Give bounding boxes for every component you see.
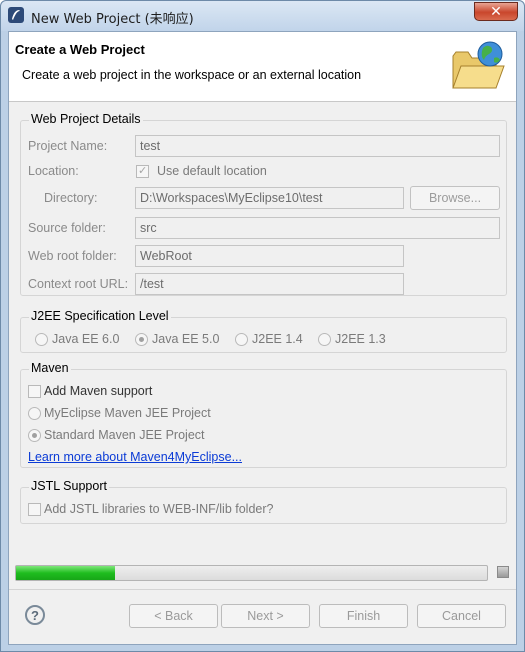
wizard-header: Create a Web Project Create a web projec… bbox=[9, 32, 516, 102]
help-icon[interactable]: ? bbox=[25, 605, 45, 625]
add-maven-support-checkbox[interactable] bbox=[28, 385, 41, 398]
myeclipse-app-icon bbox=[8, 7, 24, 23]
radio-javaee-6[interactable] bbox=[35, 333, 48, 346]
add-jstl-checkbox[interactable] bbox=[28, 503, 41, 516]
close-button[interactable]: ✕ bbox=[474, 2, 518, 21]
wizard-description: Create a web project in the workspace or… bbox=[22, 68, 362, 82]
radio-label-javaee-5: Java EE 5.0 bbox=[152, 332, 220, 346]
location-label: Location: bbox=[28, 164, 79, 178]
folder-globe-icon bbox=[452, 41, 505, 89]
group-title: J2EE Specification Level bbox=[29, 309, 171, 323]
learn-more-maven-link[interactable]: Learn more about Maven4MyEclipse... bbox=[28, 450, 242, 464]
add-jstl-label: Add JSTL libraries to WEB-INF/lib folder… bbox=[44, 502, 274, 516]
dialog-client-area: Create a Web Project Create a web projec… bbox=[8, 31, 517, 645]
radio-label-standard-maven: Standard Maven JEE Project bbox=[44, 428, 205, 442]
back-button[interactable]: < Back bbox=[129, 604, 218, 628]
web-root-folder-label: Web root folder: bbox=[28, 249, 117, 263]
project-name-label: Project Name: bbox=[28, 139, 108, 153]
source-folder-label: Source folder: bbox=[28, 221, 106, 235]
radio-label-j2ee-1-4: J2EE 1.4 bbox=[252, 332, 303, 346]
radio-j2ee-1-4[interactable] bbox=[235, 333, 248, 346]
group-title: Web Project Details bbox=[29, 112, 143, 126]
footer-separator bbox=[9, 589, 516, 590]
cancel-button[interactable]: Cancel bbox=[417, 604, 506, 628]
use-default-location-checkbox[interactable] bbox=[136, 164, 149, 178]
use-default-location-label: Use default location bbox=[157, 164, 267, 178]
directory-field[interactable]: D:\Workspaces\MyEclipse10\test bbox=[135, 187, 404, 209]
window-title: New Web Project (未响应) bbox=[31, 12, 194, 27]
radio-label-j2ee-1-3: J2EE 1.3 bbox=[335, 332, 386, 346]
source-folder-field[interactable]: src bbox=[135, 217, 500, 239]
stop-icon[interactable] bbox=[497, 566, 509, 578]
web-root-folder-field[interactable]: WebRoot bbox=[135, 245, 404, 267]
radio-j2ee-1-3[interactable] bbox=[318, 333, 331, 346]
group-title: JSTL Support bbox=[29, 479, 109, 493]
title-bar: New Web Project (未响应) ✕ bbox=[1, 1, 524, 31]
radio-javaee-5[interactable] bbox=[135, 333, 148, 346]
next-button[interactable]: Next > bbox=[221, 604, 310, 628]
project-name-field[interactable]: test bbox=[135, 135, 500, 157]
directory-label: Directory: bbox=[44, 191, 98, 205]
progress-bar bbox=[15, 565, 488, 581]
browse-button[interactable]: Browse... bbox=[410, 186, 500, 210]
progress-fill bbox=[16, 566, 115, 580]
group-title: Maven bbox=[29, 361, 71, 375]
context-root-url-field[interactable]: /test bbox=[135, 273, 404, 295]
radio-label-myeclipse-maven: MyEclipse Maven JEE Project bbox=[44, 406, 211, 420]
radio-myeclipse-maven[interactable] bbox=[28, 407, 41, 420]
finish-button[interactable]: Finish bbox=[319, 604, 408, 628]
wizard-title: Create a Web Project bbox=[15, 42, 145, 57]
add-maven-support-label: Add Maven support bbox=[44, 384, 153, 398]
context-root-url-label: Context root URL: bbox=[28, 277, 129, 291]
dialog-window: New Web Project (未响应) ✕ Create a Web Pro… bbox=[0, 0, 525, 652]
radio-label-javaee-6: Java EE 6.0 bbox=[52, 332, 120, 346]
radio-standard-maven[interactable] bbox=[28, 429, 41, 442]
